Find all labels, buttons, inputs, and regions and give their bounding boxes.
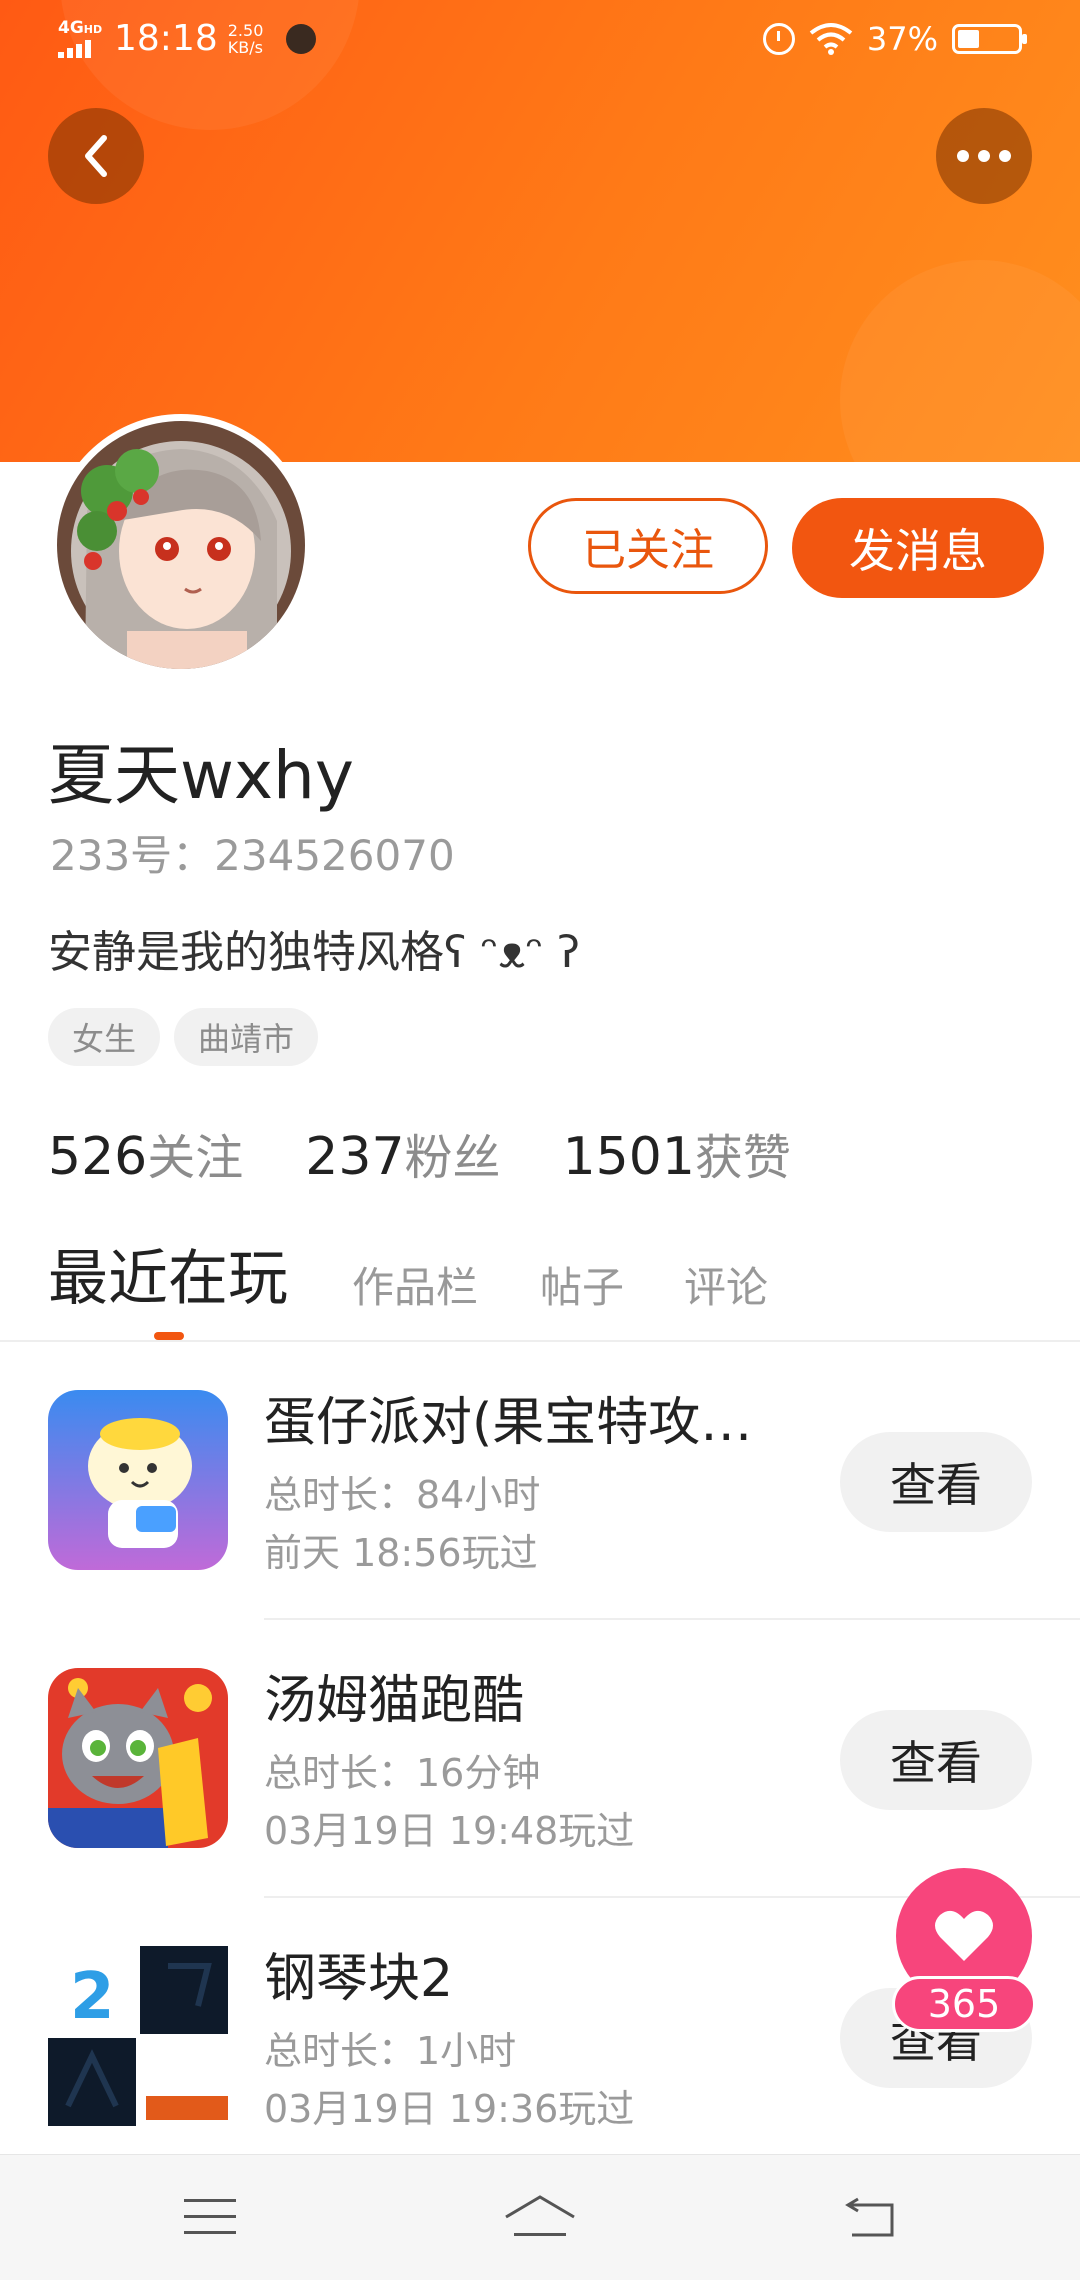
profile-tabs: 最近在玩 作品栏 帖子 评论: [0, 1230, 1080, 1342]
game-icon: [48, 1668, 228, 1848]
send-message-button[interactable]: 发消息: [792, 498, 1044, 598]
game-title: 汤姆猫跑酷: [264, 1671, 525, 1731]
status-time: 18:18: [114, 18, 218, 59]
gender-tag: 女生: [48, 1008, 161, 1066]
profile-tags: 女生 曲靖市: [48, 1008, 319, 1066]
chevron-left-icon: [85, 135, 107, 177]
game-duration: 总时长：16分钟: [264, 1751, 541, 1795]
game-icon: [48, 1390, 228, 1570]
network-speed: 2.50 KB/s: [228, 22, 276, 56]
game-title: 钢琴块2: [264, 1949, 454, 2009]
banner-decoration: [840, 260, 1080, 462]
stat-label: 关注: [147, 1130, 244, 1186]
stat-value: 237: [305, 1127, 405, 1187]
profile-name: 夏天wxhy: [48, 737, 354, 814]
recent-apps-button[interactable]: [170, 2185, 250, 2249]
avatar-image: [57, 421, 305, 669]
network-indicator: 4GHD: [58, 17, 104, 58]
fans-stat[interactable]: 237 粉丝: [305, 1118, 500, 1188]
profile-bio: 安静是我的独特风格ʕ ᵔᴥᵔ ʔ: [48, 927, 580, 978]
back-button[interactable]: [48, 108, 144, 204]
tab-comments[interactable]: 评论: [684, 1254, 768, 1315]
wifi-icon: [809, 23, 853, 55]
speed-unit: KB/s: [227, 37, 263, 57]
battery-percentage: 37%: [866, 20, 938, 58]
view-button[interactable]: 查看: [840, 1710, 1032, 1810]
game-duration: 总时长：84小时: [264, 1473, 541, 1517]
followed-button[interactable]: 已关注: [528, 498, 768, 594]
svg-text:2: 2: [70, 1960, 115, 2034]
status-bar: 4GHD 18:18 2.50 KB/s 37%: [0, 0, 1080, 86]
game-last-played: 前天 18:56玩过: [264, 1531, 538, 1575]
system-nav-bar: [0, 2154, 1080, 2280]
stat-value: 526: [48, 1127, 148, 1187]
notification-face-icon: [285, 23, 316, 54]
stat-value: 1501: [562, 1127, 695, 1187]
profile-stats: 526 关注 237 粉丝 1501 获赞: [48, 1118, 791, 1188]
location-tag: 曲靖市: [174, 1008, 319, 1066]
network-type: 4G: [58, 17, 84, 38]
tab-recently-played[interactable]: 最近在玩: [48, 1230, 288, 1317]
avatar[interactable]: [50, 414, 312, 676]
home-button[interactable]: [500, 2185, 580, 2249]
back-nav-button[interactable]: [830, 2185, 910, 2249]
home-icon: [505, 2195, 575, 2236]
speed-value: 2.50: [227, 20, 264, 40]
menu-icon: [184, 2199, 236, 2234]
tab-posts[interactable]: 帖子: [540, 1254, 624, 1315]
game-icon: 2: [48, 1946, 228, 2126]
stat-label: 粉丝: [404, 1130, 501, 1186]
signal-bars-icon: [58, 39, 104, 58]
heart-icon: [935, 1910, 993, 1961]
tab-works[interactable]: 作品栏: [352, 1254, 478, 1315]
active-tab-indicator: [154, 1332, 184, 1340]
likes-stat: 1501 获赞: [563, 1118, 791, 1188]
following-stat[interactable]: 526 关注: [48, 1118, 243, 1188]
list-item[interactable]: 汤姆猫跑酷 总时长：16分钟 03月19日 19:48玩过 查看: [0, 1620, 1080, 1898]
battery-icon: [952, 24, 1027, 54]
battery-fill: [958, 30, 979, 48]
user-id[interactable]: 233号：234526070: [50, 822, 455, 883]
more-dots-icon: [957, 150, 1011, 162]
game-duration: 总时长：1小时: [264, 2029, 517, 2073]
view-button[interactable]: 查看: [840, 1432, 1032, 1532]
like-count-badge: 365: [892, 1976, 1036, 2032]
game-last-played: 03月19日 19:48玩过: [264, 1809, 635, 1853]
alarm-icon: [762, 23, 795, 55]
game-last-played: 03月19日 19:36玩过: [264, 2087, 635, 2131]
game-title: 蛋仔派对(果宝特攻…: [264, 1393, 753, 1453]
stat-label: 获赞: [694, 1130, 791, 1186]
more-options-button[interactable]: [936, 108, 1032, 204]
return-icon: [845, 2197, 894, 2237]
list-item[interactable]: 蛋仔派对(果宝特攻… 总时长：84小时 前天 18:56玩过 查看: [0, 1342, 1080, 1620]
network-subtype: HD: [83, 22, 103, 36]
